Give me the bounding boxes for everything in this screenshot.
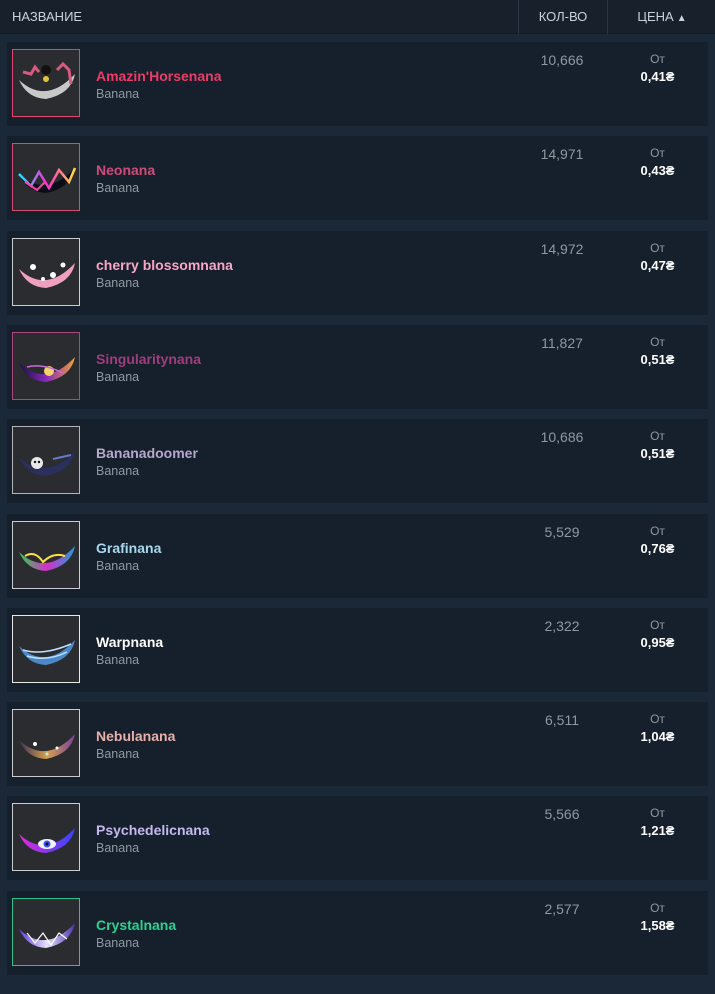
- item-game: Banana: [96, 841, 140, 856]
- item-game: Banana: [96, 275, 140, 290]
- item-name[interactable]: Grafinana: [96, 540, 161, 556]
- item-game: Banana: [96, 464, 140, 479]
- price-from-label: От: [650, 712, 665, 727]
- item-quantity: 6,511: [545, 712, 579, 729]
- nebula-banana-icon: [19, 734, 75, 760]
- listing-row[interactable]: Psychedelicnana Banana 5,566 От 1,21₴: [7, 796, 708, 881]
- item-game: Banana: [96, 747, 140, 762]
- crystal-banana-icon: [19, 922, 75, 948]
- item-name[interactable]: Crystalnana: [96, 917, 176, 933]
- graffiti-banana-icon: [19, 545, 75, 571]
- psychedelic-banana-icon: [19, 828, 75, 854]
- item-name[interactable]: Neonana: [96, 162, 155, 178]
- item-thumbnail: [12, 143, 80, 212]
- cherry-blossom-banana-icon: [19, 262, 75, 288]
- item-price: 1,04₴: [640, 729, 675, 745]
- doomer-banana-icon: [19, 451, 75, 477]
- item-name[interactable]: Singularitynana: [96, 351, 201, 367]
- item-thumbnail: [12, 614, 80, 683]
- item-name[interactable]: Bananadoomer: [96, 445, 198, 461]
- item-name[interactable]: Nebulanana: [96, 728, 175, 744]
- price-from-label: От: [650, 240, 665, 255]
- item-quantity: 2,577: [544, 900, 580, 917]
- item-quantity: 11,827: [541, 334, 583, 351]
- item-game: Banana: [96, 369, 140, 384]
- listing-row[interactable]: Warpnana Banana 2,322 От 0,95₴: [7, 607, 708, 692]
- item-name[interactable]: Warpnana: [96, 634, 163, 650]
- column-header-quantity[interactable]: КОЛ-ВО: [518, 0, 607, 34]
- price-from-label: От: [650, 617, 665, 632]
- item-price: 0,51₴: [640, 446, 675, 462]
- item-game: Banana: [96, 652, 140, 667]
- item-price: 0,47₴: [640, 257, 675, 273]
- listing-row[interactable]: Crystalnana Banana 2,577 От 1,58₴: [7, 890, 708, 975]
- item-quantity: 10,666: [540, 52, 584, 68]
- item-game: Banana: [96, 87, 140, 101]
- item-game: Banana: [96, 181, 140, 196]
- table-header: НАЗВАНИЕ КОЛ-ВО ЦЕНА ▲: [0, 0, 715, 34]
- column-header-price[interactable]: ЦЕНА ▲: [607, 0, 715, 34]
- price-from-label: От: [650, 52, 665, 66]
- item-quantity: 14,972: [540, 240, 584, 257]
- item-thumbnail: [12, 237, 80, 306]
- listing-row[interactable]: Grafinana Banana 5,529 От 0,76₴: [7, 513, 708, 598]
- item-quantity: 5,566: [544, 806, 580, 823]
- item-thumbnail: [12, 709, 80, 778]
- price-from-label: От: [650, 523, 665, 538]
- item-thumbnail: [12, 331, 80, 400]
- listing-row[interactable]: cherry blossomnana Banana 14,972 От 0,47…: [7, 230, 708, 315]
- price-from-label: От: [650, 806, 665, 821]
- listing-row[interactable]: Nebulanana Banana 6,511 От 1,04₴: [7, 702, 708, 787]
- item-thumbnail: [12, 803, 80, 872]
- listing-row[interactable]: Amazin'Horsenana Banana 10,666 От 0,41₴: [7, 42, 708, 126]
- item-thumbnail: [12, 49, 80, 117]
- price-from-label: От: [650, 146, 665, 161]
- item-quantity: 14,971: [540, 146, 584, 163]
- neon-banana-icon: [18, 167, 77, 194]
- item-quantity: 5,529: [544, 523, 580, 540]
- listing-row[interactable]: Singularitynana Banana 11,827 От 0,51₴: [7, 324, 708, 409]
- item-name[interactable]: cherry blossomnana: [96, 257, 233, 273]
- item-name[interactable]: Psychedelicnana: [96, 822, 210, 838]
- item-price: 0,76₴: [640, 540, 675, 556]
- item-thumbnail: [12, 897, 80, 966]
- item-name[interactable]: Amazin'Horsenana: [96, 68, 221, 84]
- horse-banana-icon: [19, 61, 75, 99]
- price-from-label: От: [650, 429, 665, 444]
- sort-ascending-icon: ▲: [676, 13, 687, 24]
- item-price: 0,95₴: [640, 634, 675, 650]
- warp-banana-icon: [19, 639, 75, 665]
- item-quantity: 10,686: [540, 429, 584, 446]
- item-price: 1,21₴: [640, 823, 675, 839]
- item-thumbnail: [12, 520, 80, 589]
- item-price: 0,51₴: [640, 351, 675, 367]
- item-game: Banana: [96, 935, 140, 950]
- item-price: 1,58₴: [640, 917, 675, 933]
- price-header-label: ЦЕНА: [637, 9, 674, 24]
- item-game: Banana: [96, 558, 140, 573]
- item-thumbnail: [12, 426, 80, 495]
- item-price: 0,41₴: [640, 69, 675, 84]
- singularity-banana-icon: [19, 356, 75, 382]
- listing-row[interactable]: Neonana Banana 14,971 От 0,43₴: [7, 136, 708, 221]
- item-price: 0,43₴: [640, 163, 675, 179]
- item-quantity: 2,322: [544, 617, 580, 634]
- listing-row[interactable]: Bananadoomer Banana 10,686 От 0,51₴: [7, 419, 708, 504]
- column-header-name[interactable]: НАЗВАНИЕ: [12, 0, 82, 34]
- price-from-label: От: [650, 900, 665, 915]
- price-from-label: От: [650, 334, 665, 349]
